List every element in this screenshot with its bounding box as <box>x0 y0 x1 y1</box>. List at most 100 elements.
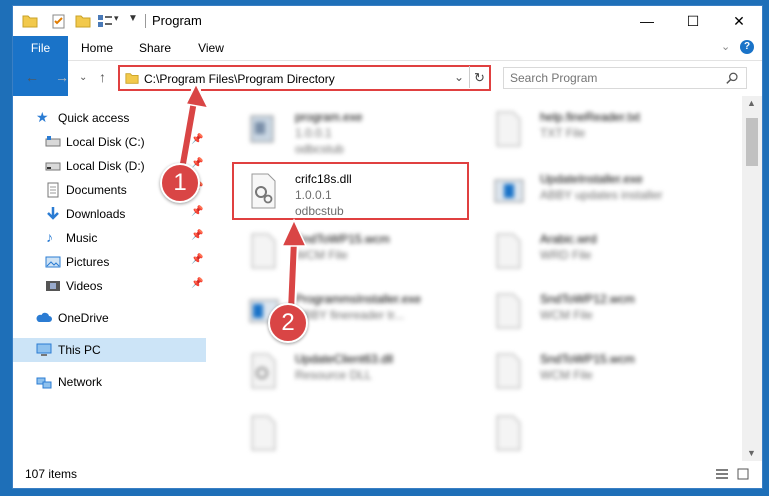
file-name: program.exe <box>295 110 363 124</box>
download-icon <box>47 207 59 220</box>
chevron-down-icon[interactable]: ⌄ <box>454 70 464 84</box>
drive-icon <box>45 162 61 171</box>
file-name: SndToWP15.wcm <box>540 352 635 366</box>
music-icon: ♪ <box>46 229 53 245</box>
search-icon[interactable] <box>726 72 739 85</box>
search-box[interactable] <box>503 67 747 89</box>
minimize-button[interactable]: — <box>624 6 670 36</box>
tab-home[interactable]: Home <box>75 36 119 60</box>
exe-file-icon <box>250 115 274 143</box>
nav-item-this-pc[interactable]: This PC <box>13 338 206 362</box>
nav-label: Documents <box>66 183 127 197</box>
file-version: 1.0.0.1 <box>295 126 332 140</box>
refresh-icon[interactable]: ↻ <box>474 70 485 86</box>
network-icon <box>36 377 52 389</box>
up-icon[interactable]: ↑ <box>99 69 106 85</box>
title-bar: ▾ ▼ Program — ☐ ✕ <box>13 6 762 36</box>
status-bar: 107 items <box>13 462 762 488</box>
nav-label: This PC <box>58 343 101 357</box>
forward-icon[interactable]: → <box>55 69 69 85</box>
file-item[interactable]: SndToWP15.wcm WCM File <box>239 226 474 286</box>
folder-icon <box>22 15 38 28</box>
file-description: Resource DLL <box>295 368 372 382</box>
generic-file-icon <box>251 415 276 451</box>
file-type: WCM File <box>295 248 348 262</box>
star-icon: ★ <box>36 109 49 125</box>
wcm-file-icon <box>251 233 276 269</box>
tab-share[interactable]: Share <box>133 36 177 60</box>
file-type: TXT File <box>540 126 586 140</box>
text-file-icon <box>496 111 521 147</box>
vertical-scrollbar[interactable]: ▲ ▼ <box>742 96 762 461</box>
customize-toolbar-icon[interactable]: ▼ <box>128 13 138 24</box>
wcm-file-icon <box>496 353 521 389</box>
nav-label: Music <box>66 231 98 245</box>
file-item[interactable]: program.exe 1.0.0.1 odbcstub <box>239 104 474 164</box>
nav-label: Network <box>58 375 103 389</box>
file-name: UpdateClient63.dll <box>295 352 394 366</box>
nav-label: Videos <box>66 279 103 293</box>
file-item[interactable]: SndToWP15.wcm WCM File <box>484 346 719 406</box>
properties-icon[interactable] <box>51 13 67 29</box>
file-list: program.exe 1.0.0.1 odbcstub help.fineRe… <box>219 96 742 461</box>
details-view-icon[interactable] <box>715 468 729 480</box>
file-item[interactable] <box>484 408 719 461</box>
address-divider <box>469 66 470 88</box>
title-separator <box>145 14 146 28</box>
file-item[interactable]: UpdateClient63.dll Resource DLL <box>239 346 474 406</box>
step-badge-2: 2 <box>268 303 308 343</box>
drive-icon <box>45 136 61 147</box>
wcm-file-icon <box>496 293 521 329</box>
file-type: WRD File <box>540 248 592 262</box>
window-title: Program <box>152 13 202 28</box>
search-input[interactable] <box>510 71 710 85</box>
nav-label: Local Disk (C:) <box>66 135 145 149</box>
arrow-annotations <box>176 82 308 316</box>
file-name: SndToWP12.wcm <box>540 292 635 306</box>
dll-gear-file-icon <box>251 353 276 389</box>
expand-ribbon-icon[interactable]: ⌄ <box>721 40 730 53</box>
maximize-button[interactable]: ☐ <box>670 6 716 36</box>
pictures-icon <box>45 256 61 268</box>
close-button[interactable]: ✕ <box>716 6 762 36</box>
recent-locations-icon[interactable]: ⌄ <box>79 72 87 83</box>
file-item[interactable]: help.fineReader.txt TXT File <box>484 104 719 164</box>
file-item[interactable]: Arabic.wrd WRD File <box>484 226 719 286</box>
step-badge-1: 1 <box>160 163 200 203</box>
nav-item-network[interactable]: Network <box>13 370 206 394</box>
cloud-icon <box>36 312 52 322</box>
scrollbar-thumb[interactable] <box>746 118 758 166</box>
documents-icon <box>47 182 59 198</box>
file-name: UpdateInstaller.exe <box>540 172 643 186</box>
large-icons-view-icon[interactable] <box>737 468 749 480</box>
explorer-window: ▾ ▼ Program — ☐ ✕ File Home Share View ⌄… <box>13 6 762 488</box>
file-description: odbcstub <box>295 142 344 156</box>
tab-view[interactable]: View <box>191 36 231 60</box>
dropdown-arrow-icon[interactable]: ▾ <box>114 13 119 24</box>
nav-label: OneDrive <box>58 311 109 325</box>
nav-label: Local Disk (D:) <box>66 159 145 173</box>
video-icon <box>46 281 60 291</box>
nav-label: Pictures <box>66 255 110 269</box>
item-count: 107 items <box>25 467 78 481</box>
arrow-1 <box>176 82 210 180</box>
view-options-icon[interactable] <box>97 13 113 29</box>
file-item[interactable]: UpdateInstaller.exe ABBY updates install… <box>484 166 719 226</box>
folder-icon <box>125 73 139 84</box>
nav-label: Downloads <box>66 207 126 221</box>
back-icon[interactable]: ← <box>25 69 39 85</box>
file-type: WCM File <box>540 368 593 382</box>
nav-label: Quick access <box>58 111 130 125</box>
help-icon[interactable]: ? <box>740 40 754 54</box>
scroll-up-icon[interactable]: ▲ <box>747 98 756 108</box>
file-item[interactable]: SndToWP12.wcm WCM File <box>484 286 719 346</box>
scroll-down-icon[interactable]: ▼ <box>747 448 756 458</box>
address-toolbar: ← → ⌄ ↑ C:\Program Files\Program Directo… <box>13 61 762 94</box>
file-description: ABBY updates installer <box>540 188 663 202</box>
ribbon-tabs: File Home Share View ⌄ ? <box>13 36 762 96</box>
highlight-box-dll <box>232 162 469 220</box>
file-item[interactable] <box>239 408 474 461</box>
file-name: SndToWP15.wcm <box>295 232 390 246</box>
new-folder-icon[interactable] <box>75 13 91 29</box>
file-name: ProgrammsInstaller.exe <box>295 292 422 306</box>
